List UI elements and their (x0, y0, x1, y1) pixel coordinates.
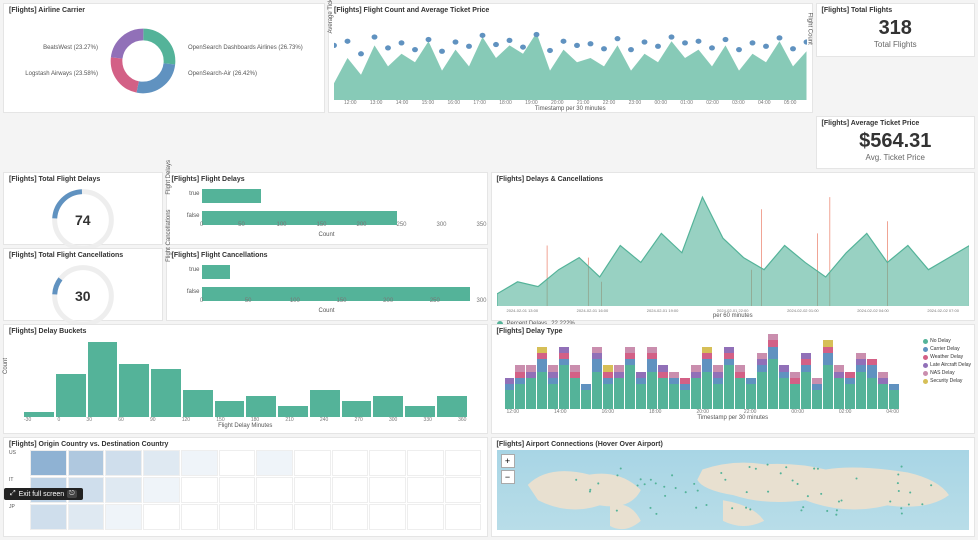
zoom-out-button[interactable]: − (501, 470, 515, 484)
panel-title: [Flights] Airline Carrier (9, 7, 319, 14)
donut-label-osair: OpenSearch-Air (26.42%) (188, 71, 303, 77)
y-axis-label: Flight Cancellations (166, 209, 172, 261)
panel-total-flights: [Flights] Total Flights 318 Total Flight… (816, 3, 976, 57)
hbar-chart-delays[interactable]: truefalse 050100150200250300350 Count (172, 185, 482, 238)
gauge-cancellations[interactable]: 30 (48, 261, 118, 331)
panel-title: [Flights] Delay Type (497, 328, 970, 335)
panel-title: [Flights] Delay Buckets (9, 328, 482, 335)
gauge-value: 74 (75, 212, 91, 228)
metric-label: Avg. Ticket Price (866, 153, 925, 162)
y-axis-label: Flight Delays (166, 159, 172, 194)
combo-chart[interactable] (334, 16, 807, 100)
stacked-bar-chart[interactable] (497, 337, 970, 409)
metric-value: 318 (879, 17, 912, 40)
x-axis-label: Timestamp per 30 minutes (334, 106, 807, 112)
panel-airport-connections: [Flights] Airport Connections (Hover Ove… (491, 437, 976, 537)
exit-fullscreen-button[interactable]: ⤢ Exit full screen ⎋ (4, 488, 83, 500)
legend: No DelayCarrier DelayWeather DelayLate A… (923, 337, 971, 385)
panel-origin-dest-heatmap: [Flights] Origin Country vs. Destination… (3, 437, 488, 537)
y-axis-right-label: Flight Count (807, 12, 813, 44)
shortcut-badge: ⎋ (67, 490, 77, 498)
panel-total-cancellations: [Flights] Total Flight Cancellations 30 … (3, 248, 163, 321)
donut-chart[interactable] (108, 26, 178, 96)
panel-title: [Flights] Total Flight Delays (9, 176, 157, 183)
panel-total-delays: [Flights] Total Flight Delays 74 Total D… (3, 172, 163, 245)
panel-title: [Flights] Total Flight Cancellations (9, 252, 157, 259)
x-axis-label: per 60 minutes (497, 313, 970, 319)
panel-title: [Flights] Average Ticket Price (822, 120, 970, 127)
world-map[interactable]: + − (497, 450, 970, 530)
panel-title: [Flights] Delays & Cancellations (497, 176, 970, 183)
x-axis-label: Count (172, 308, 482, 314)
panel-title: [Flights] Origin Country vs. Destination… (9, 441, 482, 448)
panel-title: [Flights] Flight Count and Average Ticke… (334, 7, 807, 14)
x-axis-label: Timestamp per 30 minutes (497, 415, 970, 421)
panel-delay-type: [Flights] Delay Type No DelayCarrier Del… (491, 324, 976, 434)
panel-flight-cancellations: [Flights] Flight Cancellations truefalse… (166, 248, 488, 321)
zoom-in-button[interactable]: + (501, 454, 515, 468)
panel-avg-ticket-price: [Flights] Average Ticket Price $564.31 A… (816, 116, 976, 169)
panel-title: [Flights] Flight Delays (172, 176, 482, 183)
y-axis-label: Count (3, 358, 9, 374)
donut-label-osd: OpenSearch Dashboards Airlines (26.73%) (188, 45, 303, 51)
panel-title: [Flights] Airport Connections (Hover Ove… (497, 441, 970, 448)
panel-delays-cancellations: [Flights] Delays & Cancellations 2024-02… (491, 172, 976, 321)
bar-chart-buckets[interactable] (9, 337, 482, 417)
gauge-value: 30 (75, 288, 91, 304)
x-axis-label: Flight Delay Minutes (9, 423, 482, 429)
donut-label-logstash: Logstash Airways (23.58%) (25, 71, 98, 77)
panel-flight-count-price: [Flights] Flight Count and Average Ticke… (328, 3, 813, 113)
area-chart[interactable] (497, 185, 970, 306)
hbar-chart-canc[interactable]: truefalse 050100150200250300 Count (172, 261, 482, 314)
x-axis-label: Count (172, 232, 482, 238)
metric-value: $564.31 (859, 130, 931, 153)
exit-icon: ⤢ (10, 490, 16, 498)
panel-airline-carrier: [Flights] Airline Carrier BeatsWest (23.… (3, 3, 325, 113)
gauge-delays[interactable]: 74 (48, 185, 118, 255)
panel-title: [Flights] Flight Cancellations (172, 252, 482, 259)
metric-label: Total Flights (874, 40, 917, 49)
panel-delay-buckets: [Flights] Delay Buckets Count -300306090… (3, 324, 488, 434)
panel-title: [Flights] Total Flights (822, 7, 970, 14)
panel-flight-delays: [Flights] Flight Delays truefalse 050100… (166, 172, 488, 245)
